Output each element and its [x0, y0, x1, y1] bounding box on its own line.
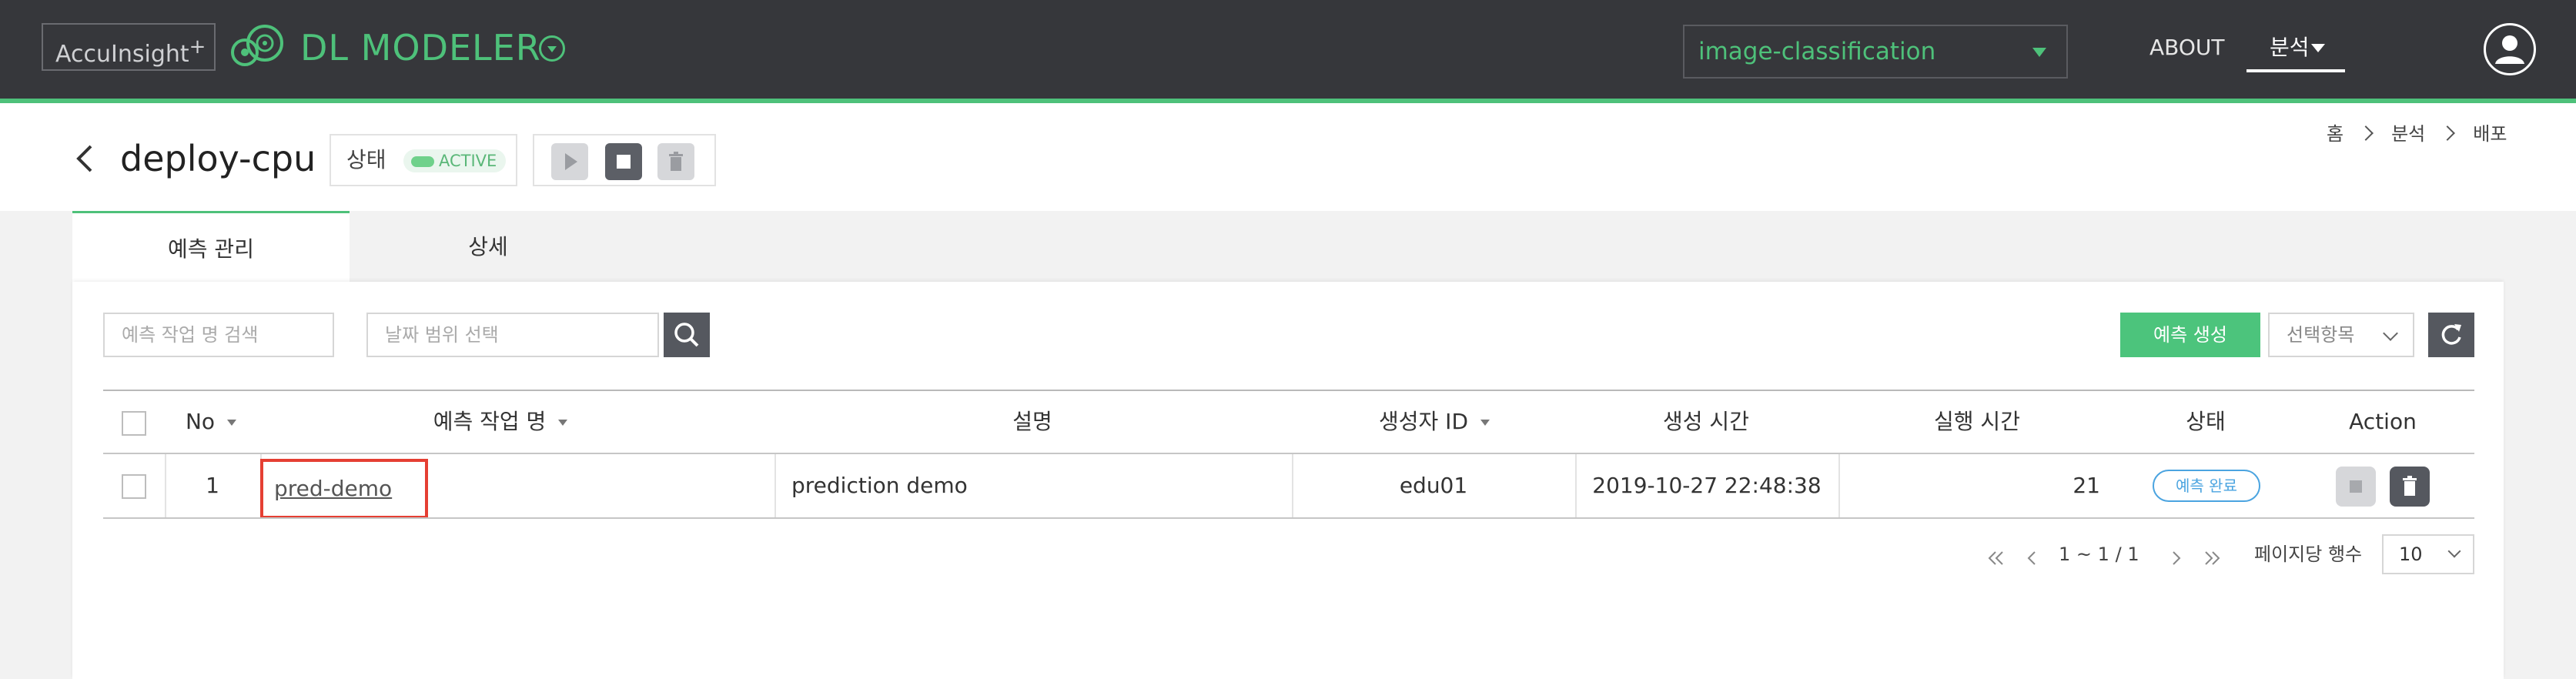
chevron-right-icon — [2440, 125, 2456, 141]
status-indicator: 상태 ACTIVE — [330, 134, 517, 186]
caret-down-icon — [2032, 48, 2046, 57]
column-header-creator[interactable]: 생성자 ID — [1292, 391, 1577, 453]
rows-per-page-value: 10 — [2399, 544, 2423, 565]
page-title: deploy-cpu — [120, 138, 316, 179]
page-total-separator: / — [2115, 544, 2122, 565]
select-all-checkbox[interactable] — [122, 411, 146, 436]
chevron-down-icon — [2447, 544, 2461, 558]
project-select[interactable]: image-classification — [1683, 25, 2068, 79]
row-checkbox[interactable] — [122, 474, 146, 499]
play-icon — [565, 153, 577, 170]
user-icon — [2495, 35, 2524, 64]
trash-icon — [669, 152, 683, 171]
user-avatar[interactable] — [2484, 23, 2536, 75]
page-range-end: 1 — [2097, 544, 2109, 565]
row-no: 1 — [206, 473, 219, 498]
stop-button[interactable] — [605, 143, 642, 180]
product-name: DL MODELER — [300, 27, 541, 69]
stop-icon — [617, 155, 631, 169]
chevron-right-icon — [2358, 125, 2374, 141]
top-navigation-bar: AccuInsight+ DL MODELER image-classifica… — [0, 0, 2576, 99]
breadcrumb-analysis[interactable]: 분석 — [2391, 123, 2425, 145]
page-total: 1 — [2127, 544, 2139, 565]
deploy-control-group — [533, 134, 716, 186]
column-header-created-time: 생성 시간 — [1663, 409, 1749, 434]
search-button[interactable] — [664, 313, 710, 357]
dl-modeler-logo-icon — [231, 25, 283, 66]
refresh-icon — [2441, 324, 2461, 345]
prediction-name-search-input[interactable] — [103, 313, 334, 357]
breadcrumb-home[interactable]: 홈 — [2327, 123, 2343, 145]
column-header-name[interactable]: 예측 작업 명 — [370, 391, 631, 453]
back-arrow-icon[interactable] — [74, 143, 95, 174]
brand-name: AccuInsight — [55, 41, 189, 68]
status-badge: ACTIVE — [403, 149, 507, 172]
sort-caret-icon — [558, 420, 568, 426]
page-range-start: 1 — [2059, 544, 2071, 565]
page-range-separator: ~ — [2076, 544, 2093, 565]
row-delete-button[interactable] — [2390, 467, 2430, 507]
prediction-name-link-text: pred-demo — [274, 476, 393, 501]
nav-active-indicator — [2246, 69, 2345, 72]
row-creator-id: edu01 — [1399, 473, 1468, 498]
column-divider — [774, 454, 776, 517]
trash-icon — [2403, 476, 2417, 496]
selected-items-label: 선택항목 — [2287, 324, 2355, 346]
brand-logo[interactable]: AccuInsight+ — [42, 23, 216, 71]
table-row-border — [103, 517, 2474, 519]
tab-detail[interactable]: 상세 — [350, 211, 627, 283]
status-badge-text: ACTIVE — [439, 152, 497, 170]
column-header-name-label: 예측 작업 명 — [433, 409, 547, 434]
table-header-border — [103, 453, 2474, 454]
project-select-value: image-classification — [1698, 38, 1936, 65]
start-button[interactable] — [551, 143, 588, 180]
column-header-action: Action — [2349, 409, 2417, 434]
tab-prediction-management[interactable]: 예측 관리 — [72, 211, 350, 283]
delete-button[interactable] — [657, 143, 694, 180]
row-created-time: 2019-10-27 22:48:38 — [1592, 473, 1822, 498]
tab-bar: 예측 관리 상세 — [72, 211, 2504, 283]
row-runtime: 21 — [2073, 473, 2100, 498]
brand-suffix: + — [189, 35, 206, 59]
selected-items-dropdown[interactable]: 선택항목 — [2268, 313, 2414, 357]
status-badge-completed: 예측 완료 — [2153, 470, 2260, 502]
caret-down-icon — [2311, 44, 2325, 52]
product-menu-toggle-icon[interactable] — [539, 35, 565, 62]
refresh-button[interactable] — [2428, 313, 2474, 357]
breadcrumb-deploy: 배포 — [2473, 123, 2507, 145]
row-stop-button[interactable] — [2336, 467, 2376, 507]
column-header-runtime: 실행 시간 — [1934, 409, 2020, 434]
rows-per-page-select[interactable]: 10 — [2382, 534, 2474, 574]
last-page-icon[interactable] — [2196, 547, 2226, 570]
page-indicator: 1 ~ 1 / 1 — [2059, 539, 2139, 570]
nav-analysis[interactable]: 분석 — [2270, 31, 2310, 65]
date-range-input[interactable] — [366, 313, 659, 357]
rows-per-page-label: 페이지당 행수 — [2254, 544, 2363, 565]
column-header-no[interactable]: No — [165, 391, 257, 453]
sort-caret-icon — [227, 420, 237, 426]
nav-about[interactable]: ABOUT — [2149, 31, 2225, 65]
status-label: 상태 — [346, 147, 386, 172]
create-prediction-button[interactable]: 예측 생성 — [2120, 313, 2260, 357]
stop-icon — [2350, 480, 2362, 493]
first-page-icon[interactable] — [1982, 547, 2012, 570]
chevron-down-icon — [2383, 326, 2398, 341]
column-header-no-label: No — [185, 409, 216, 434]
prev-page-icon[interactable] — [2017, 547, 2048, 570]
column-header-creator-label: 생성자 ID — [1379, 409, 1468, 434]
next-page-icon[interactable] — [2160, 547, 2191, 570]
row-description: prediction demo — [791, 473, 968, 498]
search-icon — [674, 323, 699, 347]
column-header-description: 설명 — [1012, 409, 1052, 434]
status-toggle-icon — [411, 156, 434, 167]
column-header-status: 상태 — [2186, 409, 2226, 434]
breadcrumb: 홈 분석 배포 — [2327, 122, 2507, 146]
sort-caret-icon — [1480, 420, 1490, 426]
prediction-name-link[interactable]: pred-demo — [260, 459, 428, 519]
